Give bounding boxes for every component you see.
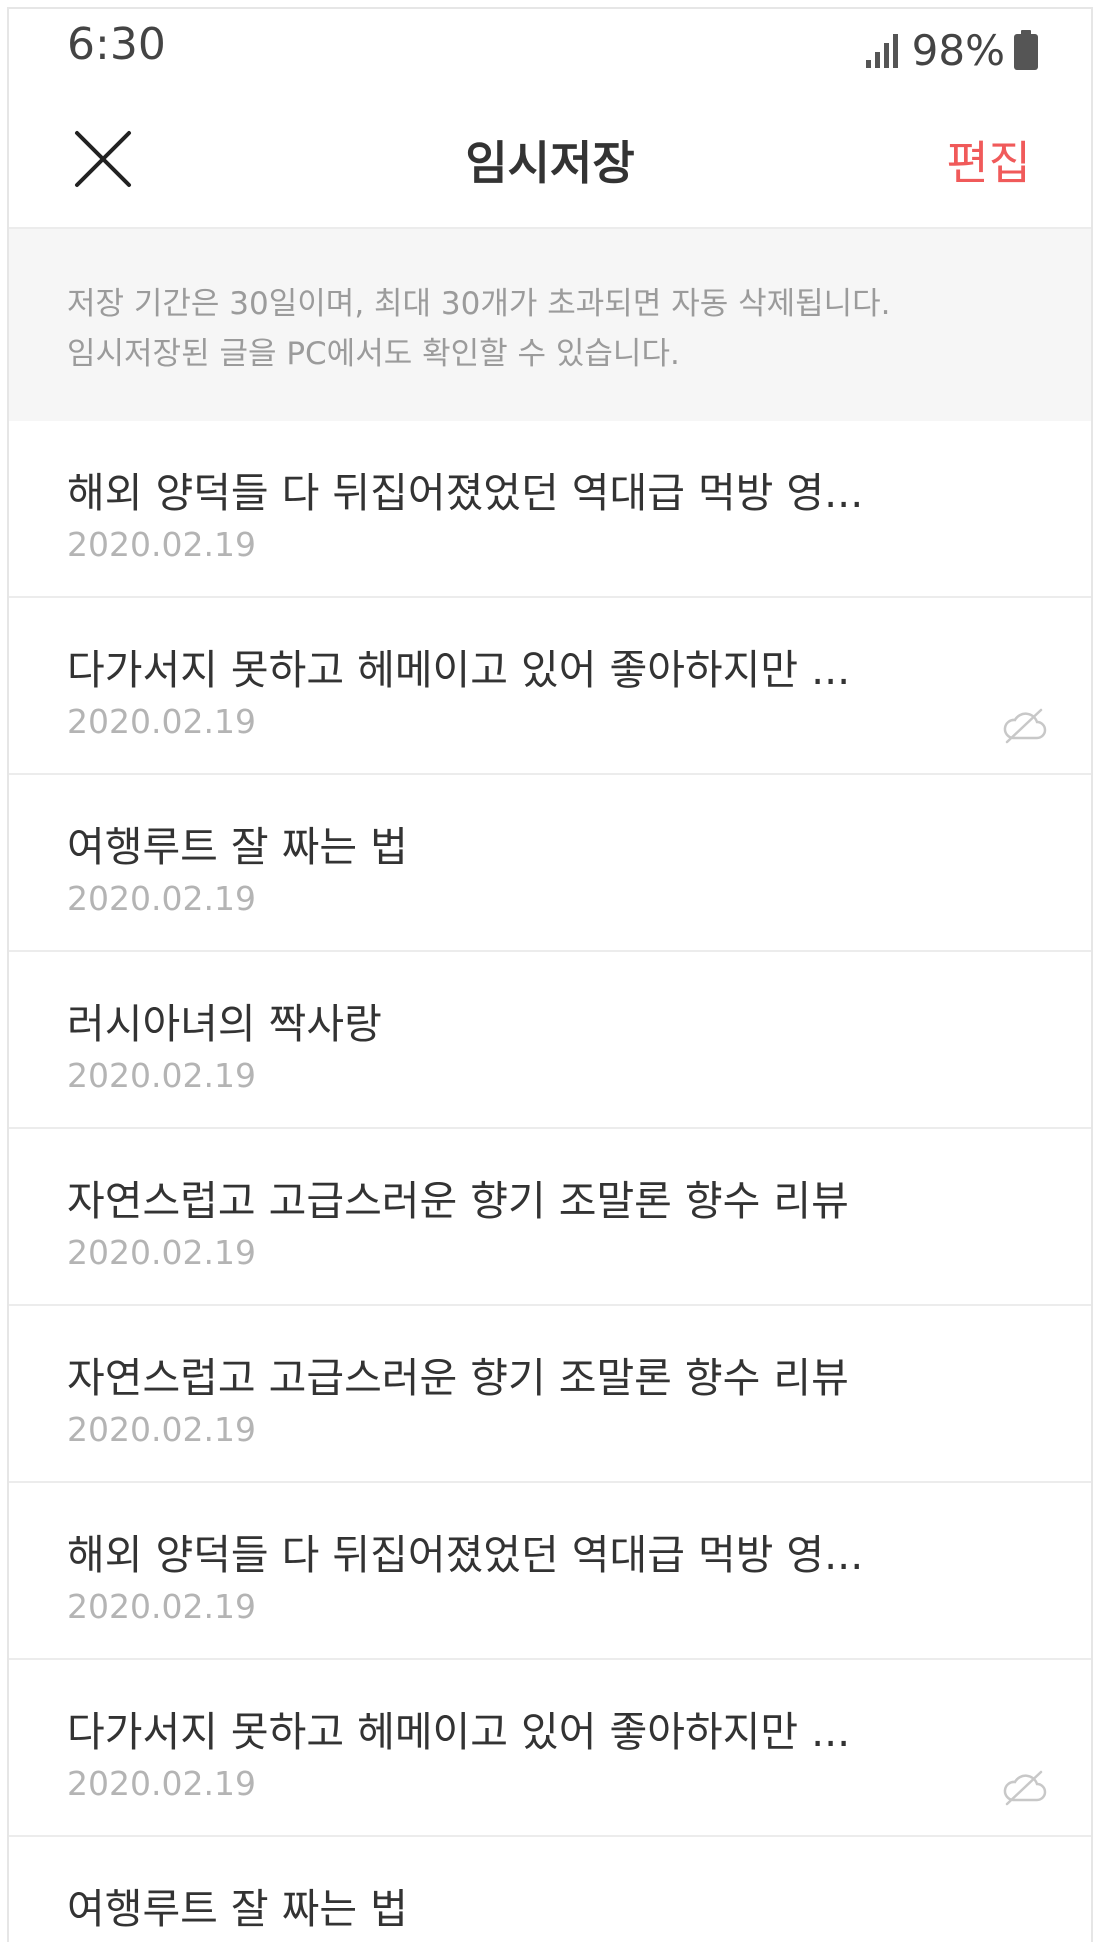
draft-item[interactable]: 여행루트 잘 짜는 법 2020.02.19 bbox=[9, 775, 1091, 952]
draft-item[interactable]: 해외 양덕들 다 뒤집어졌었던 역대급 먹방 영... 2020.02.19 bbox=[9, 421, 1091, 598]
notice-line-pc-access: 임시저장된 글을 PC에서도 확인할 수 있습니다. bbox=[67, 336, 680, 372]
draft-item[interactable]: 자연스럽고 고급스러운 향기 조말론 향수 리뷰 2020.02.19 bbox=[9, 1306, 1091, 1483]
status-time: 6:30 bbox=[67, 19, 166, 70]
draft-item[interactable]: 러시아녀의 짝사랑 2020.02.19 bbox=[9, 952, 1091, 1129]
draft-title: 해외 양덕들 다 뒤집어졌었던 역대급 먹방 영... bbox=[67, 1531, 864, 1579]
battery-icon bbox=[1014, 30, 1038, 70]
draft-title: 해외 양덕들 다 뒤집어졌었던 역대급 먹방 영... bbox=[67, 469, 864, 517]
app-frame: 6:30 98% 임시저장 편집 저장 기간은 30일이며, 최대 30개가 초… bbox=[7, 7, 1093, 1942]
battery-percentage: 98% bbox=[911, 25, 1005, 75]
status-bar: 6:30 98% bbox=[9, 9, 1091, 95]
draft-title: 여행루트 잘 짜는 법 bbox=[67, 823, 408, 871]
draft-title: 다가서지 못하고 헤메이고 있어 좋아하지만 ... bbox=[67, 1708, 851, 1756]
draft-date: 2020.02.19 bbox=[67, 1056, 256, 1095]
draft-title: 러시아녀의 짝사랑 bbox=[67, 1000, 382, 1048]
draft-item[interactable]: 자연스럽고 고급스러운 향기 조말론 향수 리뷰 2020.02.19 bbox=[9, 1129, 1091, 1306]
draft-date: 2020.02.19 bbox=[67, 702, 256, 741]
notice-line-retention: 저장 기간은 30일이며, 최대 30개가 초과되면 자동 삭제됩니다. bbox=[67, 286, 891, 322]
signal-icon bbox=[865, 34, 898, 68]
draft-list: 해외 양덕들 다 뒤집어졌었던 역대급 먹방 영... 2020.02.19 다… bbox=[9, 421, 1091, 1942]
draft-date: 2020.02.19 bbox=[67, 1764, 256, 1803]
draft-date: 2020.02.19 bbox=[67, 1233, 256, 1272]
draft-date: 2020.02.19 bbox=[67, 879, 256, 918]
draft-title: 여행루트 잘 짜는 법 bbox=[67, 1885, 408, 1933]
draft-title: 자연스럽고 고급스러운 향기 조말론 향수 리뷰 bbox=[67, 1354, 849, 1402]
draft-date: 2020.02.19 bbox=[67, 1410, 256, 1449]
draft-title: 자연스럽고 고급스러운 향기 조말론 향수 리뷰 bbox=[67, 1177, 849, 1225]
cloud-sync-off-icon bbox=[1003, 1770, 1047, 1806]
draft-date: 2020.02.19 bbox=[67, 1587, 256, 1626]
draft-item[interactable]: 다가서지 못하고 헤메이고 있어 좋아하지만 ... 2020.02.19 bbox=[9, 1660, 1091, 1837]
page-title: 임시저장 bbox=[465, 136, 635, 190]
edit-button[interactable]: 편집 bbox=[946, 127, 1031, 193]
cloud-sync-off-icon bbox=[1003, 708, 1047, 744]
status-indicators: 98% bbox=[865, 25, 1039, 75]
header: 임시저장 편집 bbox=[9, 95, 1091, 229]
draft-item[interactable]: 다가서지 못하고 헤메이고 있어 좋아하지만 ... 2020.02.19 bbox=[9, 598, 1091, 775]
draft-item[interactable]: 여행루트 잘 짜는 법 bbox=[9, 1837, 1091, 1942]
draft-date: 2020.02.19 bbox=[67, 525, 256, 564]
storage-notice: 저장 기간은 30일이며, 최대 30개가 초과되면 자동 삭제됩니다. 임시저… bbox=[9, 229, 1091, 421]
draft-title: 다가서지 못하고 헤메이고 있어 좋아하지만 ... bbox=[67, 646, 851, 694]
draft-item[interactable]: 해외 양덕들 다 뒤집어졌었던 역대급 먹방 영... 2020.02.19 bbox=[9, 1483, 1091, 1660]
